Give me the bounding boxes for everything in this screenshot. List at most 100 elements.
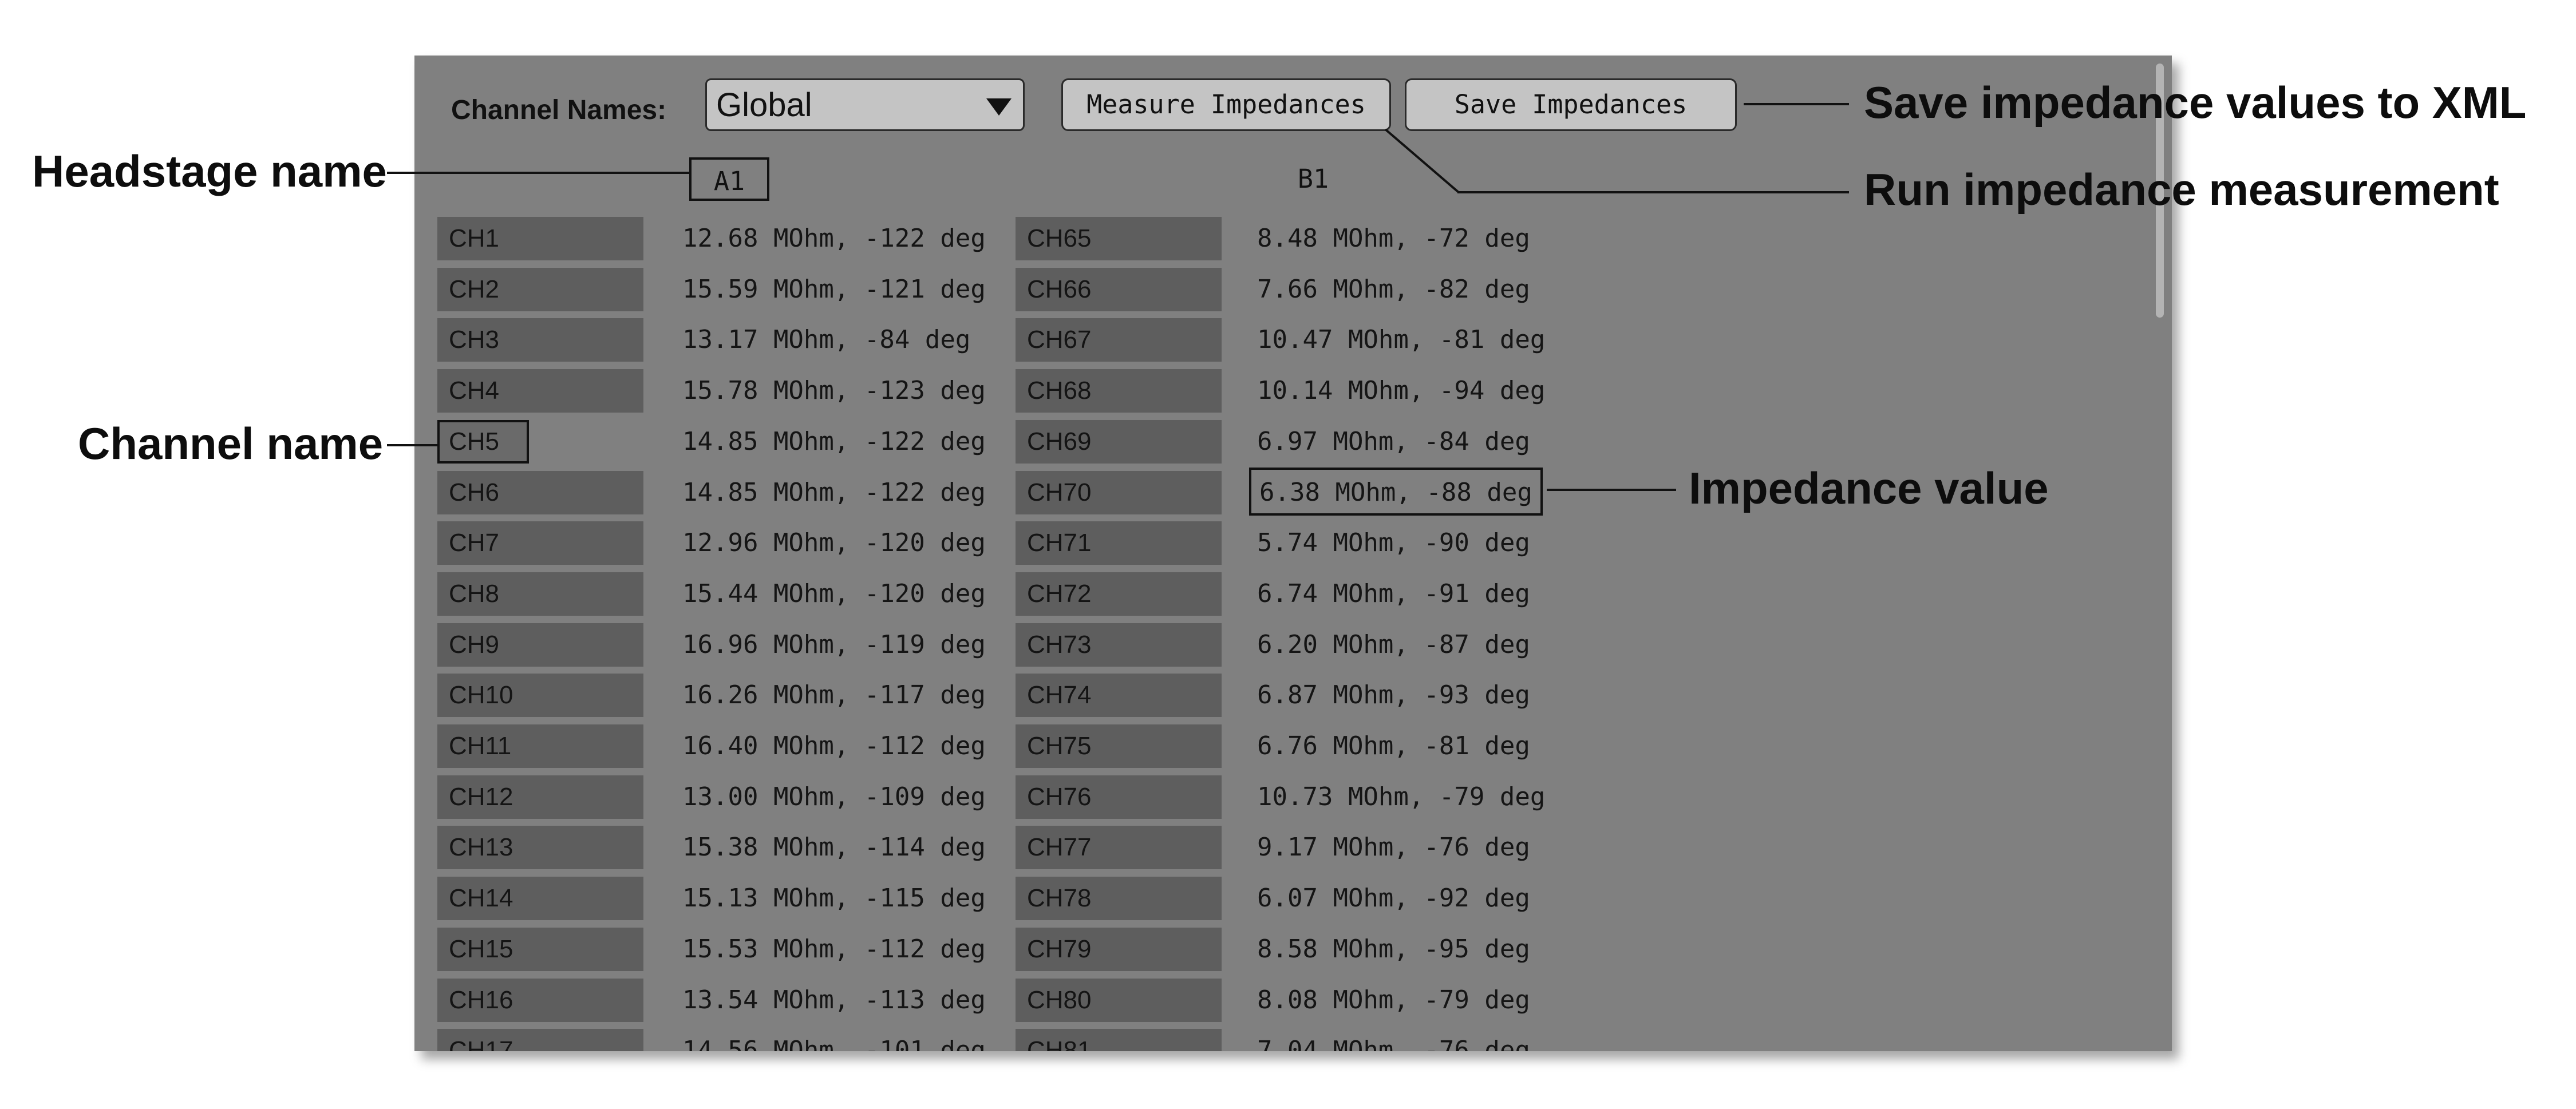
- table-row: CH15 15.53 MOhm, -112 deg CH79 8.58 MOhm, -…: [414, 927, 2132, 973]
- impedance-value: 6.76 MOhm, -81 deg: [1257, 731, 1530, 761]
- impedance-value: 13.00 MOhm, -109 deg: [682, 782, 986, 811]
- impedance-value: 14.85 MOhm, -122 deg: [682, 426, 986, 456]
- headstage-name-a: A1: [689, 157, 769, 201]
- impedance-value: 14.85 MOhm, -122 deg: [682, 477, 986, 507]
- channel-name-field[interactable]: CH68: [1016, 369, 1222, 413]
- channel-name-field[interactable]: CH78: [1016, 877, 1222, 921]
- table-row: CH1 12.68 MOhm, -122 deg CH65 8.48 MOhm, -7…: [414, 217, 2132, 263]
- annotation-save: Save impedance values to XML: [1864, 77, 2527, 128]
- channel-names-dropdown[interactable]: Global: [705, 78, 1025, 131]
- impedance-value: 7.04 MOhm, -76 deg: [1257, 1036, 1530, 1051]
- table-row: CH12 13.00 MOhm, -109 deg CH76 10.73 MOhm, …: [414, 775, 2132, 821]
- channel-name-field[interactable]: CH76: [1016, 775, 1222, 819]
- impedance-value: 6.74 MOhm, -91 deg: [1257, 579, 1530, 608]
- channel-name-field[interactable]: CH2: [437, 267, 643, 311]
- channel-name-field[interactable]: CH65: [1016, 217, 1222, 260]
- impedance-value: 15.44 MOhm, -120 deg: [682, 579, 986, 608]
- table-row: CH4 15.78 MOhm, -123 deg CH68 10.14 MOhm, -…: [414, 369, 2132, 415]
- channel-name-field[interactable]: CH71: [1016, 521, 1222, 565]
- impedance-value: 13.17 MOhm, -84 deg: [682, 325, 971, 355]
- impedance-value: 6.38 MOhm, -88 deg: [1249, 467, 1543, 516]
- leader-line-channel: [387, 444, 440, 446]
- channel-names-selected: Global: [716, 86, 812, 124]
- impedance-value: 8.58 MOhm, -95 deg: [1257, 934, 1530, 964]
- impedance-value: 5.74 MOhm, -90 deg: [1257, 528, 1530, 558]
- impedance-value: 6.97 MOhm, -84 deg: [1257, 426, 1530, 456]
- channel-name-field[interactable]: CH77: [1016, 826, 1222, 870]
- table-row: CH5 14.85 MOhm, -122 deg CH69 6.97 MOhm, -8…: [414, 419, 2132, 466]
- channel-name-field[interactable]: CH81: [1016, 1029, 1222, 1051]
- leader-line-impedance: [1547, 489, 1676, 491]
- channel-name-field[interactable]: CH67: [1016, 318, 1222, 362]
- impedance-value: 15.53 MOhm, -112 deg: [682, 934, 986, 964]
- impedance-value: 14.56 MOhm, -101 deg: [682, 1036, 986, 1051]
- impedance-value: 8.08 MOhm, -79 deg: [1257, 985, 1530, 1015]
- channel-name-field[interactable]: CH8: [437, 572, 643, 616]
- annotation-run: Run impedance measurement: [1864, 164, 2499, 215]
- channel-name-field[interactable]: CH11: [437, 724, 643, 768]
- channel-name-field[interactable]: CH73: [1016, 623, 1222, 667]
- impedance-value: 6.20 MOhm, -87 deg: [1257, 629, 1530, 659]
- impedance-value: 7.66 MOhm, -82 deg: [1257, 274, 1530, 304]
- leader-line-headstage: [387, 172, 690, 174]
- channel-name-field[interactable]: CH17: [437, 1029, 643, 1051]
- table-row: CH9 16.96 MOhm, -119 deg CH73 6.20 MOhm, -8…: [414, 623, 2132, 669]
- measure-impedances-button[interactable]: Measure Impedances: [1061, 78, 1391, 131]
- channel-name-field[interactable]: CH72: [1016, 572, 1222, 616]
- impedance-value: 15.59 MOhm, -121 deg: [682, 274, 986, 304]
- channel-name-field[interactable]: CH13: [437, 826, 643, 870]
- channel-name-field[interactable]: CH66: [1016, 267, 1222, 311]
- impedance-value: 10.73 MOhm, -79 deg: [1257, 782, 1546, 811]
- save-impedances-button[interactable]: Save Impedances: [1405, 78, 1737, 131]
- impedance-value: 13.54 MOhm, -113 deg: [682, 985, 986, 1015]
- annotation-impedance: Impedance value: [1689, 463, 2049, 513]
- channel-name-field[interactable]: CH1: [437, 217, 643, 260]
- table-row: CH10 16.26 MOhm, -117 deg CH74 6.87 MOhm, -…: [414, 674, 2132, 719]
- channel-name-field[interactable]: CH12: [437, 775, 643, 819]
- table-row: CH11 16.40 MOhm, -112 deg CH75 6.76 MOhm, -…: [414, 724, 2132, 770]
- annotation-headstage: Headstage name: [32, 146, 387, 196]
- impedance-value: 16.40 MOhm, -112 deg: [682, 731, 986, 761]
- table-row: CH16 13.54 MOhm, -113 deg CH80 8.08 MOhm, -…: [414, 978, 2132, 1024]
- impedance-value: 8.48 MOhm, -72 deg: [1257, 224, 1530, 253]
- impedance-value: 10.14 MOhm, -94 deg: [1257, 376, 1546, 406]
- annotation-channel: Channel name: [78, 418, 384, 469]
- impedance-value: 12.96 MOhm, -120 deg: [682, 528, 986, 558]
- channel-name-field[interactable]: CH14: [437, 877, 643, 921]
- impedance-value: 15.38 MOhm, -114 deg: [682, 833, 986, 862]
- channel-name-field[interactable]: CH15: [437, 927, 643, 971]
- channel-name-field[interactable]: CH70: [1016, 470, 1222, 514]
- impedance-value: 10.47 MOhm, -81 deg: [1257, 325, 1546, 355]
- chevron-down-icon: [986, 98, 1012, 116]
- impedance-value: 6.87 MOhm, -93 deg: [1257, 680, 1530, 710]
- channel-name-field[interactable]: CH10: [437, 674, 643, 718]
- impedance-value: 15.78 MOhm, -123 deg: [682, 376, 986, 406]
- table-row: CH2 15.59 MOhm, -121 deg CH66 7.66 MOhm, -8…: [414, 267, 2132, 314]
- channel-name-field[interactable]: CH75: [1016, 724, 1222, 768]
- channel-name-field[interactable]: CH4: [437, 369, 643, 413]
- channel-name-field[interactable]: CH69: [1016, 419, 1222, 464]
- channel-name-field[interactable]: CH6: [437, 470, 643, 514]
- impedance-value: 9.17 MOhm, -76 deg: [1257, 833, 1530, 862]
- impedance-value: 16.26 MOhm, -117 deg: [682, 680, 986, 710]
- impedance-value: 12.68 MOhm, -122 deg: [682, 224, 986, 253]
- channel-name-field[interactable]: CH5: [437, 419, 529, 464]
- leader-line-run-diagonal: [1384, 128, 1460, 193]
- table-row: CH13 15.38 MOhm, -114 deg CH77 9.17 MOhm, -…: [414, 826, 2132, 872]
- headstage-name-b: B1: [1297, 164, 1329, 194]
- channel-name-field[interactable]: CH74: [1016, 674, 1222, 718]
- table-row: CH17 14.56 MOhm, -101 deg CH81 7.04 MOhm, -…: [414, 1029, 2132, 1051]
- table-row: CH7 12.96 MOhm, -120 deg CH71 5.74 MOhm, -9…: [414, 521, 2132, 567]
- channel-name-field[interactable]: CH3: [437, 318, 643, 362]
- channel-names-label: Channel Names:: [451, 95, 667, 125]
- channel-name-field[interactable]: CH80: [1016, 978, 1222, 1022]
- channel-name-field[interactable]: CH7: [437, 521, 643, 565]
- leader-line-save: [1744, 103, 1849, 105]
- impedance-value: 15.13 MOhm, -115 deg: [682, 884, 986, 913]
- table-row: CH14 15.13 MOhm, -115 deg CH78 6.07 MOhm, -…: [414, 877, 2132, 922]
- channel-name-field[interactable]: CH79: [1016, 927, 1222, 971]
- leader-line-run: [1457, 191, 1849, 193]
- channel-name-field[interactable]: CH16: [437, 978, 643, 1022]
- impedance-value: 16.96 MOhm, -119 deg: [682, 629, 986, 659]
- channel-name-field[interactable]: CH9: [437, 623, 643, 667]
